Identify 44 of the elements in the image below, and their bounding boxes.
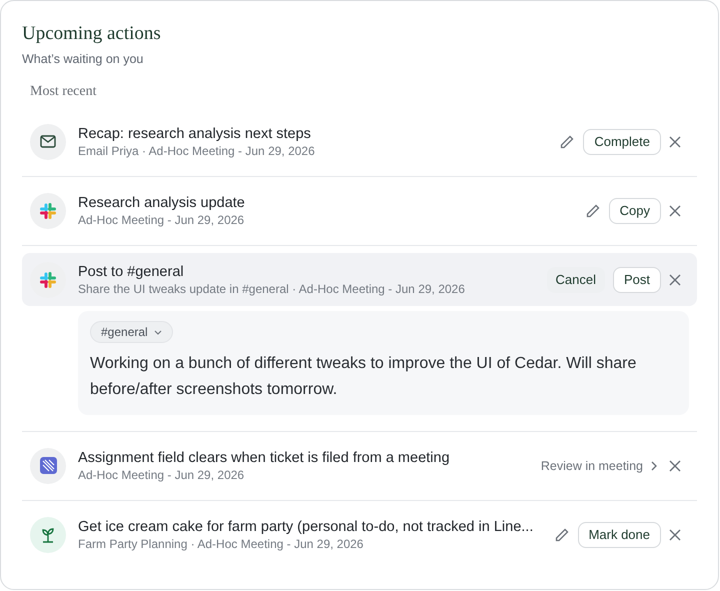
caret-icon (154, 330, 162, 334)
edit-button[interactable] (584, 202, 601, 218)
dismiss-button[interactable] (669, 528, 681, 540)
dismiss-button[interactable] (669, 460, 681, 472)
action-title: Assignment field clears when ticket is filed from a meeting (78, 450, 451, 466)
action-row[interactable]: Post to #general Share the UI tweaks update in #general · Ad-Hoc Meeting - Jun 29, 2026 Cancel Post (22, 253, 697, 306)
dismiss-button[interactable] (669, 204, 681, 216)
sprout-icon (41, 526, 55, 542)
review-link[interactable]: Review in meeting (540, 458, 657, 472)
striped-square-icon (40, 457, 56, 474)
card-title: Upcoming actions (22, 23, 162, 45)
pencil-icon (554, 526, 570, 542)
section-label: Most recent (30, 84, 98, 100)
channel-dropdown[interactable]: #general (90, 321, 173, 343)
action-title: Recap: research analysis next steps (78, 126, 312, 142)
close-icon (669, 136, 681, 148)
action-button[interactable]: Post (612, 266, 661, 292)
action-button[interactable]: Mark done (578, 522, 661, 548)
chevron-right-icon (651, 460, 657, 470)
action-meta: Ad-Hoc Meeting - Jun 29, 2026 (78, 468, 246, 482)
close-icon (669, 460, 681, 472)
pencil-icon (559, 134, 576, 150)
close-icon (669, 528, 681, 540)
action-meta: Ad-Hoc Meeting - Jun 29, 2026 (78, 212, 246, 226)
close-icon (669, 274, 681, 286)
envelope-icon (40, 135, 56, 148)
edit-button[interactable] (554, 526, 570, 542)
action-button[interactable]: Copy (608, 198, 661, 224)
close-icon (669, 204, 681, 216)
hash-logo-icon (40, 202, 56, 218)
edit-button[interactable] (559, 134, 576, 150)
action-meta: Farm Party Planning · Ad-Hoc Meeting - Jun 29, 2026 (78, 536, 364, 550)
dismiss-button[interactable] (669, 274, 681, 286)
hash-logo-icon (40, 272, 56, 288)
dismiss-button[interactable] (669, 136, 681, 148)
action-meta: Share the UI tweaks update in #general · Ad-Hoc Meeting - Jun 29, 2026 (78, 282, 466, 296)
pencil-icon (584, 202, 601, 218)
action-button[interactable]: Complete (583, 128, 661, 154)
action-title: Get ice cream cake for farm party (personal to-do, not tracked in Line... (78, 518, 534, 534)
card-subtitle: What’s waiting on you (22, 52, 144, 66)
action-meta: Email Priya · Ad-Hoc Meeting - Jun 29, 2026 (78, 144, 316, 158)
action-title: Post to #general (78, 264, 185, 280)
action-title: Research analysis update (78, 194, 246, 210)
message-text[interactable]: Working on a bunch of different tweaks to improve the UI of Cedar. Will share before/after screenshots tomorrow. (90, 351, 677, 403)
